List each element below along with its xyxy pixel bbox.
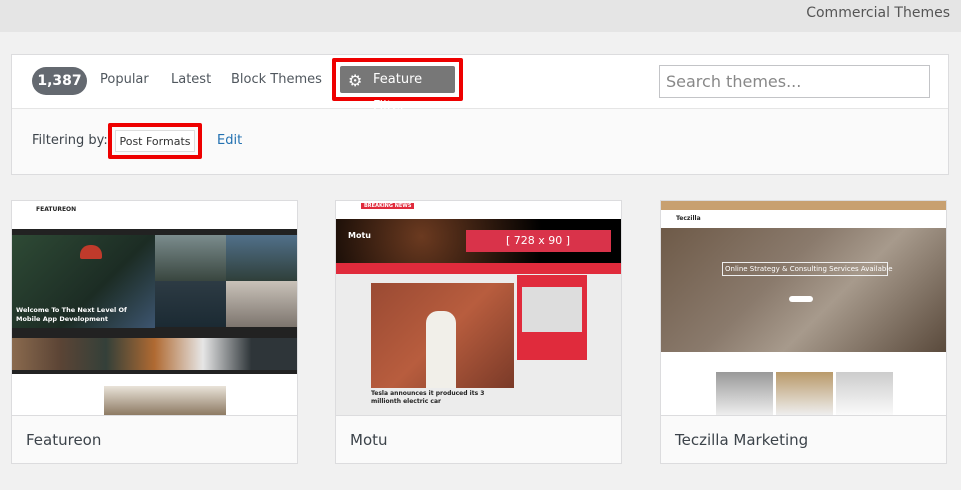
tab-popular[interactable]: Popular bbox=[100, 72, 149, 87]
theme-screenshot: BREAKING NEWS Motu [ 728 x 90 ] Tesla an… bbox=[336, 201, 621, 415]
theme-card-teczilla-marketing[interactable]: Teczilla Online Strategy & Consulting Se… bbox=[660, 200, 947, 464]
preview-logo: Motu bbox=[348, 231, 371, 240]
preview-headline: Online Strategy & Consulting Services Av… bbox=[725, 265, 893, 273]
gear-icon: ⚙ bbox=[348, 71, 363, 90]
preview-logo: FEATUREON bbox=[36, 206, 77, 213]
edit-filters-link[interactable]: Edit bbox=[217, 133, 242, 148]
tab-block-themes[interactable]: Block Themes bbox=[231, 72, 322, 87]
preview-headline: Welcome To The Next Level Of Mobile App … bbox=[16, 306, 127, 323]
active-filter-highlight: Post Formats bbox=[108, 123, 202, 159]
theme-screenshot: Teczilla Online Strategy & Consulting Se… bbox=[661, 201, 946, 415]
preview-headline: Tesla announces it produced its 3 millio… bbox=[371, 390, 485, 405]
preview-ad-banner: [ 728 x 90 ] bbox=[506, 234, 571, 247]
theme-card-motu[interactable]: BREAKING NEWS Motu [ 728 x 90 ] Tesla an… bbox=[335, 200, 622, 464]
theme-count-badge: 1,387 bbox=[32, 67, 87, 95]
top-band: Commercial Themes bbox=[0, 0, 961, 32]
commercial-themes-heading: Commercial Themes bbox=[806, 5, 950, 21]
theme-screenshot: FEATUREON Welcome To The Next Level Of M… bbox=[12, 201, 297, 415]
theme-card-featureon[interactable]: FEATUREON Welcome To The Next Level Of M… bbox=[11, 200, 298, 464]
preview-breaking-badge: BREAKING NEWS bbox=[361, 203, 415, 209]
active-filter-tag: Post Formats bbox=[115, 130, 195, 152]
feature-filter-label: Feature Filter bbox=[373, 72, 423, 114]
filtering-by-label: Filtering by: bbox=[32, 133, 108, 148]
feature-filter-highlight: ⚙ Feature Filter bbox=[332, 58, 463, 114]
theme-name: Featureon bbox=[12, 415, 297, 463]
search-themes-input[interactable] bbox=[659, 65, 930, 98]
feature-filter-button[interactable]: ⚙ Feature Filter bbox=[340, 66, 455, 114]
tab-latest[interactable]: Latest bbox=[171, 72, 211, 87]
theme-name: Teczilla Marketing bbox=[661, 415, 946, 463]
theme-filter-bar: 1,387 Popular Latest Block Themes ⚙ Feat… bbox=[11, 54, 949, 175]
preview-logo: Teczilla bbox=[676, 215, 701, 222]
theme-name: Motu bbox=[336, 415, 621, 463]
